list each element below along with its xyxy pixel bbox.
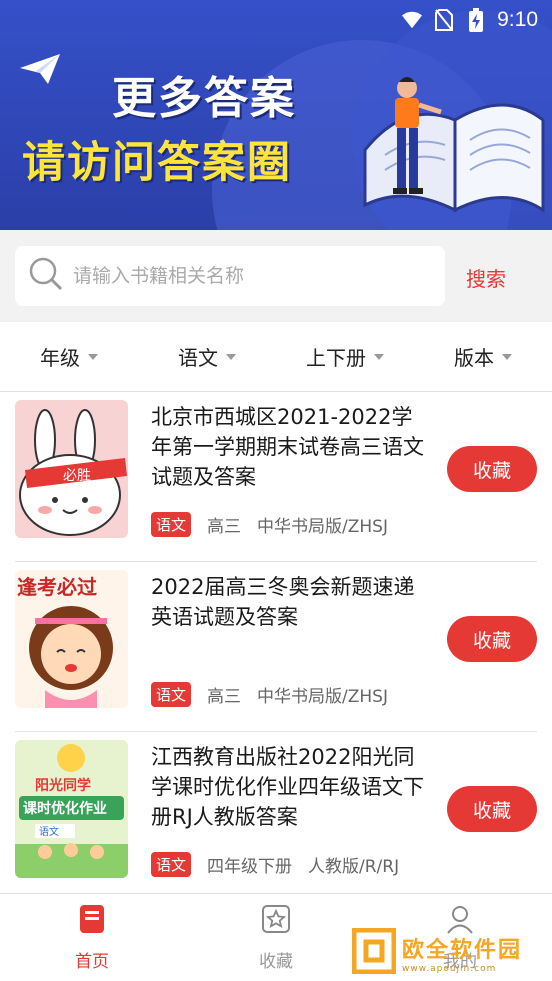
filter-label: 语文	[178, 346, 218, 370]
subject-tag: 语文	[151, 682, 192, 707]
paper-plane-icon	[18, 52, 62, 90]
subject-tag: 语文	[151, 512, 192, 537]
filter-volume[interactable]: 上下册	[276, 322, 414, 391]
filter-grade[interactable]: 年级	[0, 322, 138, 391]
star-icon	[261, 904, 291, 939]
book-grade: 高三	[207, 517, 242, 537]
status-time: 9:10	[497, 8, 538, 31]
favorite-button[interactable]: 收藏	[447, 786, 537, 832]
watermark-url: www.apoujin.com	[402, 964, 497, 974]
book-edition: 中华书局版/ZHSJ	[257, 517, 388, 537]
list-item[interactable]: 逢考必过 2022届高三冬奥会新题速递英语试题及答案 语文 高三 中华书局版/Z…	[15, 562, 537, 732]
search-box[interactable]	[15, 246, 445, 306]
book-cover[interactable]: 阳光同学 课时优化作业 语文	[15, 740, 128, 878]
filter-label: 上下册	[306, 346, 366, 370]
book-cover[interactable]: 必胜	[15, 400, 128, 538]
list-item[interactable]: 阳光同学 课时优化作业 语文 江西教育出版社2022阳光同学课时优化作业四年级语…	[15, 732, 537, 902]
book-icon	[78, 904, 106, 939]
book-meta: 语文 四年级下册 人教版/R/RJ	[151, 852, 399, 877]
filter-label: 版本	[454, 346, 494, 370]
filter-label: 年级	[40, 346, 80, 370]
site-watermark: 欧全软件园 www.apoujin.com	[351, 927, 547, 978]
nav-home[interactable]: 首页	[0, 894, 184, 981]
no-sim-icon	[433, 9, 455, 31]
subject-tag: 语文	[151, 852, 192, 877]
book-meta: 语文 高三 中华书局版/ZHSJ	[151, 682, 388, 707]
filter-subject[interactable]: 语文	[138, 322, 276, 391]
watermark-logo-icon	[351, 927, 397, 978]
cover-text: 逢考必过	[17, 575, 97, 599]
book-grade: 高三	[207, 687, 242, 707]
book-grade: 四年级下册	[207, 857, 293, 877]
book-title[interactable]: 2022届高三冬奥会新题速递英语试题及答案	[151, 572, 431, 632]
book-cover[interactable]: 逢考必过	[15, 570, 128, 708]
reading-person-illustration	[345, 60, 545, 229]
list-item[interactable]: 必胜 北京市西城区2021-2022学年第一学期期末试卷高三语文试题及答案 语文…	[15, 392, 537, 562]
filter-edition[interactable]: 版本	[414, 322, 552, 391]
wifi-icon	[401, 9, 423, 31]
banner-headline: 更多答案	[112, 73, 296, 124]
book-title[interactable]: 北京市西城区2021-2022学年第一学期期末试卷高三语文试题及答案	[151, 402, 431, 492]
cover-subject-text: 语文	[39, 825, 59, 838]
filter-bar: 年级 语文 上下册 版本	[0, 322, 552, 392]
cover-series-text: 阳光同学	[35, 777, 91, 794]
status-bar: 9:10	[0, 0, 552, 40]
book-title[interactable]: 江西教育出版社2022阳光同学课时优化作业四年级语文下册RJ人教版答案	[151, 742, 431, 832]
cover-headband-text: 必胜	[63, 468, 91, 484]
banner-subheadline: 请访问答案圈	[22, 138, 292, 188]
favorite-button[interactable]: 收藏	[447, 446, 537, 492]
watermark-text: 欧全软件园	[402, 938, 523, 963]
search-bar: 搜索	[0, 230, 552, 322]
book-meta: 语文 高三 中华书局版/ZHSJ	[151, 512, 388, 537]
book-edition: 人教版/R/RJ	[308, 857, 400, 877]
dropdown-arrow-icon	[88, 353, 98, 360]
nav-label: 首页	[75, 951, 109, 972]
nav-label: 收藏	[259, 951, 293, 972]
search-input[interactable]	[73, 265, 413, 287]
search-button[interactable]: 搜索	[466, 263, 506, 292]
cover-title-text: 课时优化作业	[23, 800, 107, 817]
dropdown-arrow-icon	[374, 353, 384, 360]
favorite-button[interactable]: 收藏	[447, 616, 537, 662]
promo-banner[interactable]: 9:10 更多答案 请访问答案圈	[0, 0, 552, 230]
nav-favorites[interactable]: 收藏	[184, 894, 368, 981]
dropdown-arrow-icon	[226, 353, 236, 360]
book-edition: 中华书局版/ZHSJ	[257, 687, 388, 707]
book-list: 必胜 北京市西城区2021-2022学年第一学期期末试卷高三语文试题及答案 语文…	[0, 392, 552, 902]
dropdown-arrow-icon	[502, 353, 512, 360]
search-icon	[29, 257, 63, 295]
battery-charging-icon	[465, 8, 487, 32]
